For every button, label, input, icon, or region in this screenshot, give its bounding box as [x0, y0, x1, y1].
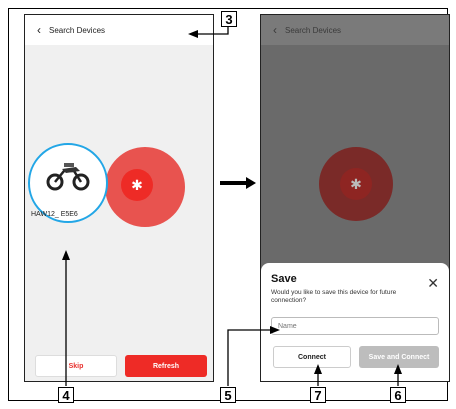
bluetooth-icon: ✱ [121, 169, 153, 201]
motorcycle-icon [46, 163, 90, 191]
phone-screen-search: ‹ Search Devices ✱ HAW12_ E5E6 Skip Refr… [24, 14, 214, 382]
save-dialog: Save ✕ Would you like to save this devic… [261, 263, 449, 381]
name-input[interactable] [271, 317, 439, 335]
page-title: Search Devices [285, 25, 342, 35]
app-header: ‹ Search Devices [25, 15, 213, 45]
phone-screen-save-dialog: ‹ Search Devices ✱ Save ✕ Would you like… [260, 14, 450, 382]
skip-button[interactable]: Skip [35, 355, 117, 377]
connect-button[interactable]: Connect [273, 346, 351, 368]
callout-3: 3 [221, 11, 237, 27]
dialog-title: Save [271, 273, 297, 285]
page-title: Search Devices [49, 25, 106, 35]
device-name: HAW12_ E5E6 [31, 211, 78, 218]
bluetooth-icon: ✱ [340, 168, 372, 200]
refresh-button[interactable]: Refresh [125, 355, 207, 377]
close-icon[interactable]: ✕ [427, 275, 439, 292]
chevron-left-icon[interactable]: ‹ [265, 23, 285, 37]
app-header-dimmed: ‹ Search Devices [261, 15, 449, 45]
callout-6: 6 [390, 387, 406, 403]
chevron-left-icon[interactable]: ‹ [29, 23, 49, 37]
callout-7: 7 [310, 387, 326, 403]
arrow-right-icon [220, 177, 256, 189]
dialog-message: Would you like to save this device for f… [271, 289, 397, 305]
save-and-connect-button[interactable]: Save and Connect [359, 346, 439, 368]
callout-4: 4 [58, 387, 74, 403]
callout-5: 5 [220, 387, 236, 403]
